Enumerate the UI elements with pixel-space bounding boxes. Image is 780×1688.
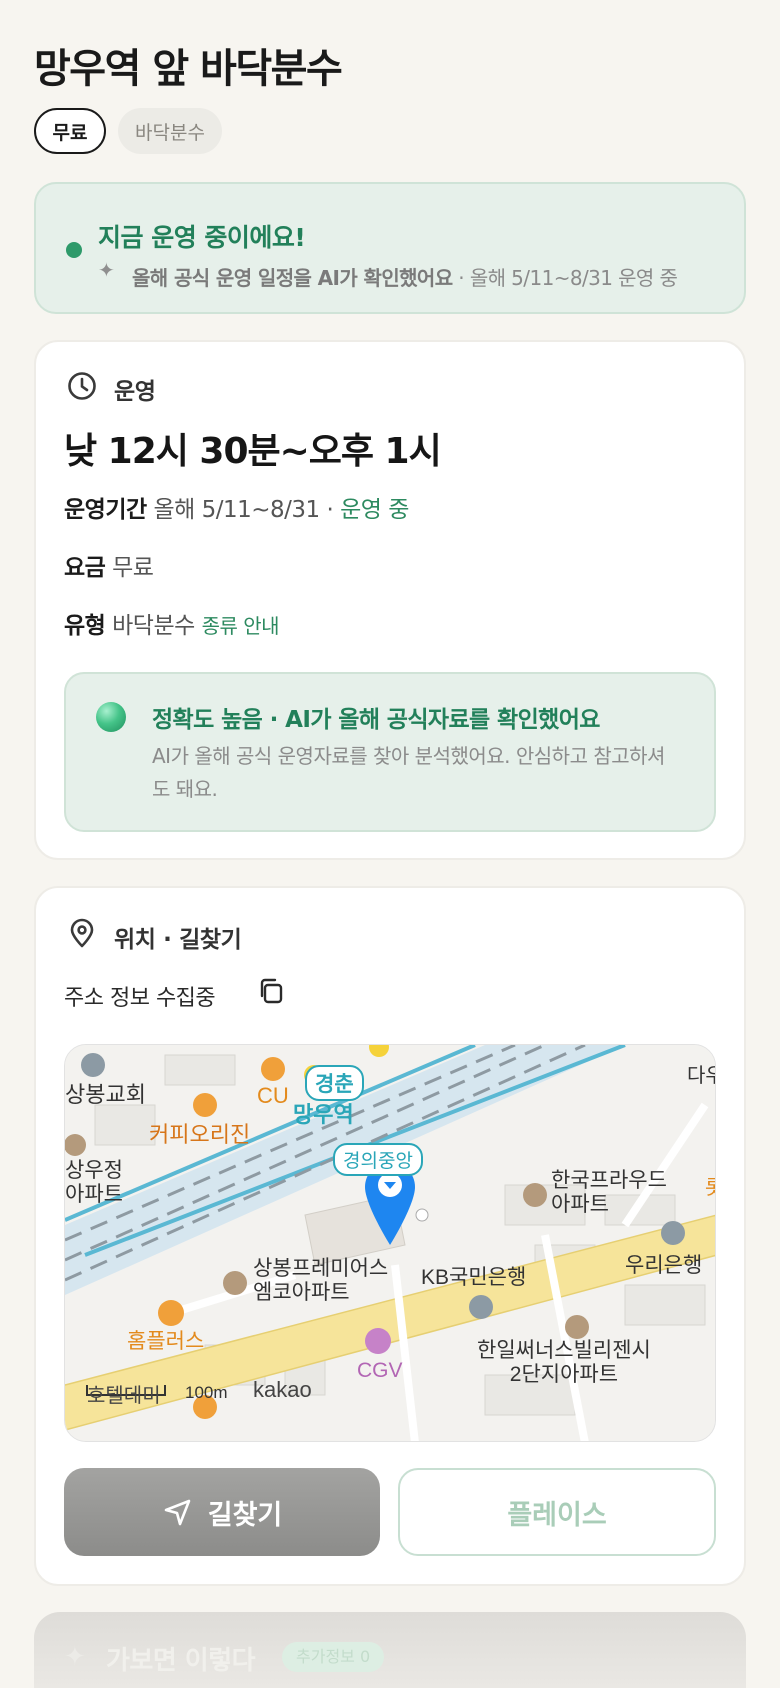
type-label: 유형: [64, 613, 106, 639]
period-status: 운영 중: [340, 497, 409, 523]
page: 망우역 앞 바닥분수 무료 바닥분수 지금 운영 중이에요! ✦ 올해 공식 운…: [0, 0, 780, 1688]
ai-orb-icon: [96, 702, 126, 732]
ai-accuracy-title: 정확도 높음 · AI가 올해 공식자료를 확인했어요: [152, 707, 600, 733]
fee-value: 무료: [112, 555, 154, 581]
map-label-gyeongui: 경의중앙: [333, 1143, 423, 1176]
map-label-hanil-2: 2단지아파트: [509, 1363, 619, 1386]
status-title: 지금 운영 중이에요!: [98, 223, 306, 252]
location-pin-icon: [70, 918, 94, 948]
ai-accuracy-desc: AI가 올해 공식 운영자료를 찾아 분석했어요. 안심하고 참고하셔도 돼요.: [152, 744, 665, 801]
map-label-korea-apt-2: 아파트: [551, 1193, 609, 1216]
fee-label: 요금: [64, 555, 106, 581]
status-sub-rest: · 올해 5/11~8/31 운영 중: [452, 266, 678, 290]
map-label-coffee: 커피오리진: [149, 1122, 251, 1147]
map-label-hanil-1: 한일써너스빌리젠시: [477, 1339, 651, 1362]
map-label-korea-apt: 한국프라우드 아파트: [551, 1169, 667, 1217]
period-label: 운영기간: [64, 497, 147, 523]
experience-badge: 추가정보 0: [282, 1642, 385, 1672]
period-value: 올해 5/11~8/31 ·: [153, 497, 341, 523]
chip-free[interactable]: 무료: [34, 108, 106, 154]
period-row: 운영기간 올해 5/11~8/31 · 운영 중: [64, 490, 409, 524]
status-subtitle: 올해 공식 운영 일정을 AI가 확인했어요 · 올해 5/11~8/31 운영…: [132, 262, 678, 291]
map-kakao-logo: kakao: [253, 1377, 312, 1402]
map-label-gyeongchun: 경춘: [305, 1065, 364, 1101]
hours-card: 운영 낮 12시 30분~오후 1시 운영기간 올해 5/11~8/31 · 운…: [34, 340, 746, 860]
map-label-apt-left-2: 아파트: [65, 1183, 123, 1206]
map-label-church: 상봉교회: [65, 1082, 146, 1107]
directions-button[interactable]: 길찾기: [64, 1468, 380, 1556]
clock-icon: [68, 372, 96, 400]
status-dot: [66, 242, 82, 258]
chip-fountain-type[interactable]: 바닥분수: [118, 108, 222, 154]
map-label-edge-top-right: 다우: [687, 1065, 715, 1087]
experience-card-peek: ✦ 가보면 이렇다 추가정보 0: [34, 1612, 746, 1688]
map-label-premium-apt: 상봉프레미어스 엠코아파트: [253, 1257, 388, 1305]
navigation-arrow-icon: [164, 1499, 191, 1526]
location-card: 위치 · 길찾기 주소 정보 수집중 상봉교회 CU 커피오리진 경춘 망우역 …: [34, 886, 746, 1586]
location-section-title: 위치 · 길찾기: [114, 927, 242, 953]
status-card: 지금 운영 중이에요! ✦ 올해 공식 운영 일정을 AI가 확인했어요 · 올…: [34, 182, 746, 314]
map-label-edge-right: 롯: [705, 1171, 715, 1200]
map-label-mangu-station: 망우역: [293, 1102, 354, 1127]
map-label-hanil-apt: 한일써너스빌리젠시 2단지아파트: [477, 1339, 651, 1387]
experience-title: 가보면 이렇다: [106, 1646, 256, 1676]
hours-time: 낮 12시 30분~오후 1시: [64, 431, 442, 472]
copy-icon[interactable]: [256, 976, 286, 1006]
type-row: 유형 바닥분수 종류 안내: [64, 606, 280, 640]
map-label-korea-apt-1: 한국프라우드: [551, 1169, 667, 1192]
map-label-kb-bank: KB국민은행: [421, 1266, 527, 1289]
map-label-cgv: CGV: [357, 1359, 403, 1382]
map-label-hotel: 호텔데미: [87, 1385, 161, 1407]
ai-accuracy-box: 정확도 높음 · AI가 올해 공식자료를 확인했어요 AI가 올해 공식 운영…: [64, 672, 716, 832]
map-label-premium-2: 엠코아파트: [253, 1281, 350, 1304]
map-label-cu: CU: [257, 1083, 289, 1108]
map-view[interactable]: 상봉교회 CU 커피오리진 경춘 망우역 경의중앙 상우정 아파트 한국프라우드…: [64, 1044, 716, 1442]
map-scale-label: 100m: [185, 1383, 228, 1402]
hours-section-title: 운영: [114, 379, 156, 405]
map-label-homeplus: 홈플러스: [127, 1330, 205, 1353]
place-button[interactable]: 플레이스: [398, 1468, 716, 1556]
sparkle-icon: ✦: [98, 258, 115, 282]
status-sub-strong: 올해 공식 운영 일정을 AI가 확인했어요: [132, 266, 453, 290]
directions-button-label: 길찾기: [207, 1499, 283, 1531]
map-label-apt-left: 상우정 아파트: [65, 1159, 123, 1207]
address-text: 주소 정보 수집중: [64, 986, 216, 1011]
type-value: 바닥분수: [112, 613, 195, 639]
page-title: 망우역 앞 바닥분수: [34, 46, 343, 92]
type-guide-link[interactable]: 종류 안내: [202, 614, 280, 638]
fee-row: 요금 무료: [64, 548, 154, 582]
map-label-premium-1: 상봉프레미어스: [253, 1257, 389, 1280]
sparkle-icon: ✦: [64, 1642, 86, 1672]
map-label-woori-bank: 우리은행: [625, 1254, 703, 1277]
map-label-apt-left-1: 상우정: [65, 1159, 123, 1182]
